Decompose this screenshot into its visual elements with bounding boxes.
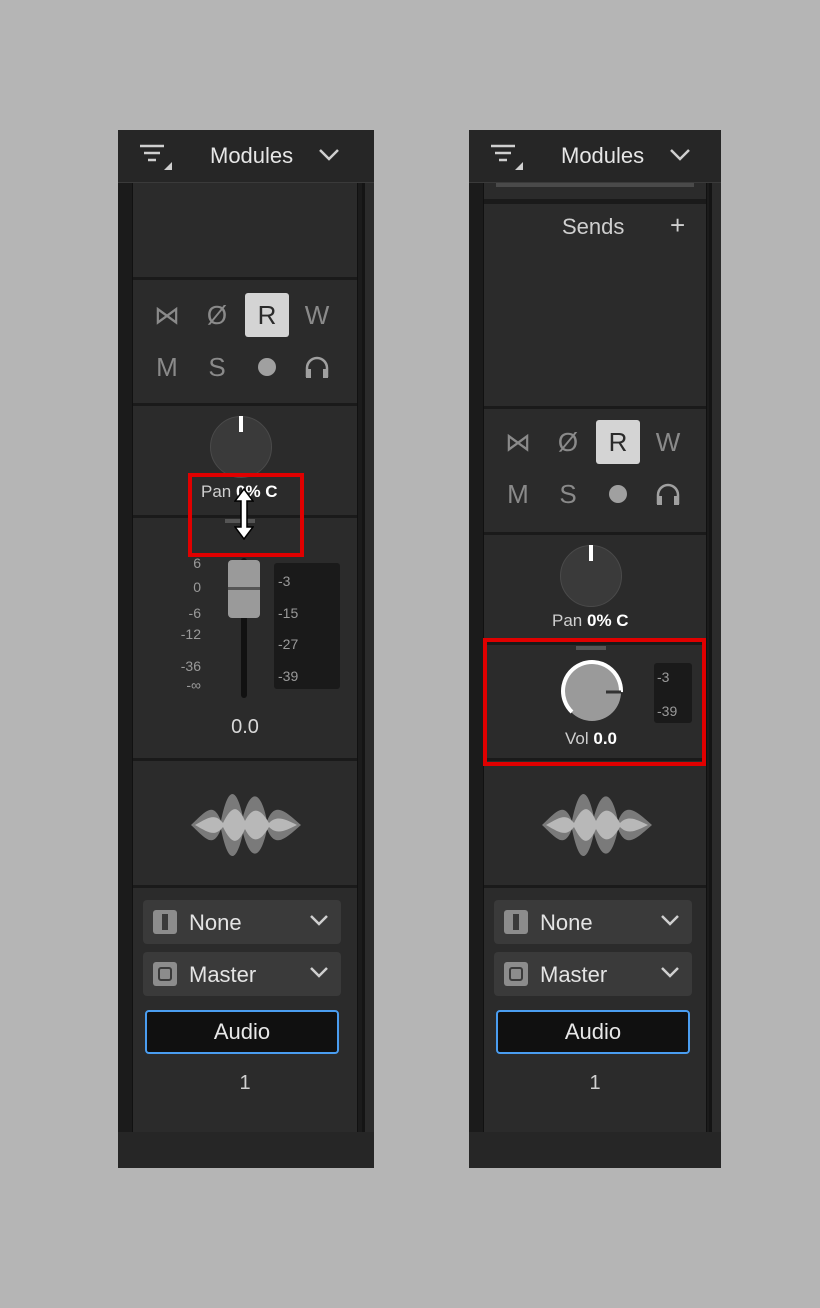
output-select-value: Master — [540, 962, 608, 987]
monitor-button[interactable] — [646, 472, 690, 516]
waveform-section — [133, 761, 357, 888]
chevron-down-icon[interactable] — [318, 148, 340, 162]
phase-invert-button[interactable]: Ø — [546, 420, 590, 464]
modules-menu-label[interactable]: Modules — [561, 143, 644, 169]
meter-label: -3 — [278, 573, 291, 589]
solo-button[interactable]: S — [546, 472, 590, 516]
headphones-icon — [656, 483, 680, 505]
track-buttons-section: ⋈ Ø R W M S — [484, 409, 706, 535]
filter-icon[interactable] — [489, 142, 523, 172]
track-number: 1 — [589, 1072, 601, 1094]
track-buttons-section: ⋈ Ø R W M S — [133, 280, 357, 406]
record-icon — [609, 485, 627, 503]
sends-section: Sends + — [484, 204, 706, 409]
fader-scale-mark: -6 — [188, 605, 201, 621]
fader-scale-mark: -12 — [180, 626, 201, 642]
strip-footer — [469, 1132, 721, 1168]
scroll-edge — [496, 183, 694, 187]
pan-value[interactable]: 0% C — [587, 611, 629, 630]
pan-label: Pan — [552, 611, 583, 630]
bypass-button[interactable]: ⋈ — [145, 293, 189, 337]
chevron-down-icon — [310, 915, 328, 926]
write-automation-button[interactable]: W — [295, 293, 339, 337]
track-type-button[interactable]: Audio — [496, 1010, 690, 1054]
meter-label: -27 — [278, 636, 299, 652]
mixer-strip-left: Modules ⋈ Ø R W M S Pan 0% C 6 0 -6 -12 … — [118, 130, 374, 1168]
pan-knob[interactable] — [560, 545, 622, 607]
bypass-button[interactable]: ⋈ — [496, 420, 540, 464]
channel-strip: ⋈ Ø R W M S Pan 0% C 6 0 -6 -12 -36 -∞ -… — [132, 183, 358, 1132]
record-arm-button[interactable] — [596, 472, 640, 516]
level-meter: -3 -15 -27 -39 — [274, 563, 340, 689]
volume-value[interactable]: 0.0 — [133, 716, 357, 739]
output-icon — [153, 962, 177, 986]
mute-button[interactable]: M — [496, 472, 540, 516]
waveform-section — [484, 761, 706, 888]
strip-header: Modules — [118, 130, 374, 183]
fader-scale-mark: 0 — [193, 579, 201, 595]
add-send-button[interactable]: + — [670, 210, 685, 241]
phase-invert-button[interactable]: Ø — [195, 293, 239, 337]
output-icon — [504, 962, 528, 986]
fader-scale-mark: 6 — [193, 555, 201, 571]
input-select[interactable]: None — [494, 900, 692, 944]
solo-button[interactable]: S — [195, 345, 239, 389]
output-select[interactable]: Master — [494, 952, 692, 996]
chevron-down-icon[interactable] — [669, 148, 691, 162]
waveform-icon — [191, 793, 301, 857]
meter-label: -15 — [278, 605, 299, 621]
adjacent-channel — [709, 183, 721, 1132]
headphones-icon — [305, 356, 329, 378]
adjacent-channel — [362, 183, 374, 1132]
strip-header: Modules — [469, 130, 721, 183]
routing-section: None Master Audio 1 — [133, 888, 357, 1115]
fader-scale-mark: -36 — [180, 658, 201, 674]
track-type-button[interactable]: Audio — [145, 1010, 339, 1054]
resize-cursor-icon — [234, 488, 254, 540]
input-select-value: None — [189, 910, 242, 935]
chevron-down-icon — [661, 967, 679, 978]
modules-menu-label[interactable]: Modules — [210, 143, 293, 169]
input-icon — [504, 910, 528, 934]
output-select[interactable]: Master — [143, 952, 341, 996]
meter-label: -39 — [278, 668, 299, 684]
highlight-box — [483, 638, 706, 766]
pan-knob[interactable] — [210, 416, 272, 478]
record-arm-button[interactable] — [245, 345, 289, 389]
input-select[interactable]: None — [143, 900, 341, 944]
read-automation-button[interactable]: R — [596, 420, 640, 464]
track-number: 1 — [239, 1072, 251, 1094]
volume-fader-handle[interactable] — [228, 560, 260, 618]
chevron-down-icon — [661, 915, 679, 926]
read-automation-button[interactable]: R — [245, 293, 289, 337]
input-select-value: None — [540, 910, 593, 935]
routing-section: None Master Audio 1 — [484, 888, 706, 1115]
mute-button[interactable]: M — [145, 345, 189, 389]
write-automation-button[interactable]: W — [646, 420, 690, 464]
record-icon — [258, 358, 276, 376]
pan-section: Pan 0% C — [484, 535, 706, 645]
filter-icon[interactable] — [138, 142, 172, 172]
inserts-section — [133, 183, 357, 280]
output-select-value: Master — [189, 962, 257, 987]
fader-scale-mark: -∞ — [186, 677, 201, 693]
chevron-down-icon — [310, 967, 328, 978]
strip-footer — [118, 1132, 374, 1168]
sends-label: Sends — [562, 214, 625, 239]
monitor-button[interactable] — [295, 345, 339, 389]
waveform-icon — [542, 793, 652, 857]
input-icon — [153, 910, 177, 934]
